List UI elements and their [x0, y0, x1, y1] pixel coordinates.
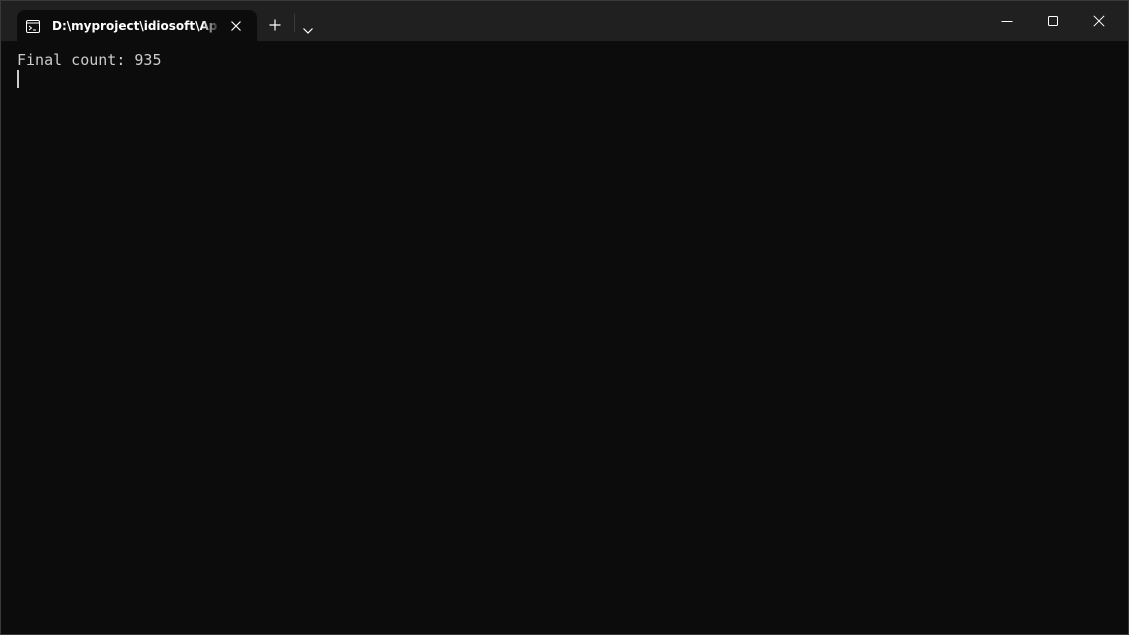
tab-separator — [294, 14, 295, 32]
maximize-icon — [1048, 16, 1058, 26]
plus-icon[interactable] — [269, 16, 281, 31]
maximize-button[interactable] — [1030, 1, 1076, 41]
title-bar[interactable]: D:\myproject\idiosoft\AppRace\bin\Debug\… — [1, 1, 1128, 41]
tab-active[interactable]: D:\myproject\idiosoft\AppRace\bin\Debug\… — [17, 10, 257, 41]
terminal-output[interactable]: Final count: 935 — [1, 41, 1128, 634]
tab-title-fade — [202, 17, 220, 35]
close-tab-icon[interactable] — [229, 18, 243, 32]
text-cursor — [17, 70, 19, 88]
console-icon — [26, 18, 40, 33]
tab-title: D:\myproject\idiosoft\AppRace\bin\Debug\… — [52, 19, 217, 33]
minimize-button[interactable] — [984, 1, 1030, 41]
close-window-button[interactable] — [1076, 1, 1122, 41]
output-line: Final count: 935 — [17, 51, 162, 69]
terminal-window: D:\myproject\idiosoft\AppRace\bin\Debug\… — [0, 0, 1129, 635]
chevron-down-icon[interactable] — [302, 20, 314, 34]
close-icon — [1093, 15, 1105, 27]
minimize-icon — [1001, 21, 1013, 22]
